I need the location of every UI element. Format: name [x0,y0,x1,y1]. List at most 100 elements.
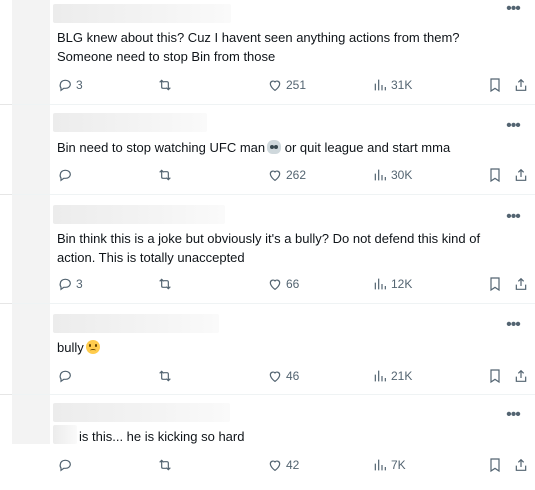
like-count: 42 [286,458,300,472]
reply-text-start: Bin need to stop watching UFC man [57,140,266,155]
share-icon [515,78,527,91]
views-button[interactable]: 31K [372,76,412,94]
reply-text: bully [57,338,512,357]
view-count: 12K [391,277,413,291]
reply-item[interactable]: ••• Bin think this is a joke but obvious… [12,195,535,304]
repost-icon [159,79,171,91]
skull-emoji [267,140,282,154]
repost-button[interactable] [157,166,173,184]
reply-icon [59,169,71,182]
repost-icon [159,278,171,290]
reply-icon [59,278,71,291]
like-button[interactable]: 42 [267,456,299,474]
username-redacted [53,314,219,333]
action-bar: 3 251 31K [57,76,527,94]
avatar[interactable] [12,395,50,444]
share-icon [515,277,527,290]
views-button[interactable]: 21K [372,367,412,385]
action-bar: 3 66 12K [57,275,527,293]
repost-button[interactable] [157,367,173,385]
like-button[interactable]: 46 [267,367,299,385]
avatar[interactable] [12,0,50,104]
share-button[interactable] [513,76,529,94]
views-icon [374,278,386,290]
reply-item[interactable]: ••• Bin need to stop watching UFC man or… [12,105,535,195]
avatar[interactable] [12,105,50,194]
reply-button[interactable]: 3 [57,275,83,293]
reply-text: BLG knew about this? Cuz I havent seen a… [57,30,460,64]
sad-face-emoji [85,340,100,354]
more-icon[interactable]: ••• [503,317,523,334]
bookmark-button[interactable] [487,456,503,474]
reply-item[interactable]: ••• BLG knew about this? Cuz I havent se… [12,0,535,105]
action-bar: 42 7K [57,456,527,474]
action-bar: 262 30K [57,166,527,184]
share-button[interactable] [513,456,529,474]
rail-divider [0,303,12,304]
like-button[interactable]: 262 [267,166,306,184]
views-icon [374,370,386,382]
rail-divider [0,104,12,105]
more-icon[interactable]: ••• [503,407,523,424]
reply-icon [59,459,71,472]
share-button[interactable] [513,367,529,385]
username-redacted [53,4,231,23]
views-button[interactable]: 30K [372,166,412,184]
username-redacted [53,205,225,224]
view-count: 21K [391,369,413,383]
reply-text: Bin need to stop watching UFC man or qui… [57,138,512,157]
reply-item[interactable]: ••• bully 46 21K [12,304,535,395]
bookmark-button[interactable] [487,76,503,94]
more-icon[interactable]: ••• [503,209,523,226]
views-icon [374,79,386,91]
heart-icon [269,80,281,92]
repost-button[interactable] [157,275,173,293]
view-count: 7K [391,458,406,472]
share-icon [515,369,527,382]
reply-text: is this... he is kicking so hard [79,429,245,444]
heart-icon [269,279,281,291]
reply-text-end: or quit league and start mma [281,140,451,155]
reply-text-start: bully [57,340,84,355]
reply-button[interactable] [57,166,76,184]
reply-item[interactable]: ••• is this... he is kicking so hard 42 … [12,395,535,490]
reply-icon [59,370,71,383]
views-icon [374,459,386,471]
reply-button[interactable] [57,456,76,474]
bookmark-button[interactable] [487,275,503,293]
heart-icon [269,460,281,472]
reply-button[interactable] [57,367,76,385]
left-rail [0,0,12,490]
repost-button[interactable] [157,76,173,94]
more-icon[interactable]: ••• [503,118,523,135]
like-count: 251 [286,78,307,92]
reply-icon [59,79,71,92]
bookmark-icon [490,458,500,473]
like-count: 262 [286,168,307,182]
reply-button[interactable]: 3 [57,76,83,94]
bookmark-icon [490,277,500,292]
like-count: 66 [286,277,300,291]
reply-count: 3 [76,78,83,92]
rail-divider [0,394,12,395]
like-button[interactable]: 251 [267,76,306,94]
username-redacted [53,403,230,422]
share-button[interactable] [513,275,529,293]
repost-button[interactable] [157,456,173,474]
username-redacted [53,425,77,444]
avatar[interactable] [12,304,50,394]
avatar[interactable] [12,195,50,303]
share-icon [515,168,527,181]
action-bar: 46 21K [57,367,527,385]
like-button[interactable]: 66 [267,275,299,293]
repost-icon [159,370,171,382]
view-count: 30K [391,168,413,182]
more-icon[interactable]: ••• [503,1,523,18]
bookmark-button[interactable] [487,166,503,184]
bookmark-icon [490,369,500,384]
views-button[interactable]: 7K [372,456,406,474]
views-button[interactable]: 12K [372,275,412,293]
share-button[interactable] [513,166,529,184]
bookmark-button[interactable] [487,367,503,385]
share-icon [515,458,527,471]
